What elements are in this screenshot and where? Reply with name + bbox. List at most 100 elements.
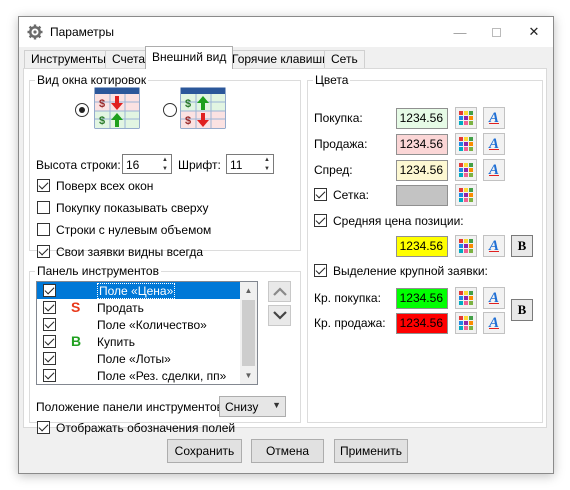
list-item-checkbox[interactable] bbox=[43, 335, 56, 348]
bold-icon: B bbox=[517, 238, 527, 253]
apply-button[interactable]: Применить bbox=[334, 439, 408, 463]
svg-text:$: $ bbox=[99, 115, 105, 127]
arrow-up-icon bbox=[272, 287, 287, 296]
spread-font-button[interactable]: A bbox=[483, 159, 505, 181]
grid-checkbox[interactable] bbox=[314, 188, 327, 201]
list-item-trade-result-field[interactable]: Поле «Рез. сделки, пп» bbox=[37, 367, 257, 384]
sell-color-swatch[interactable]: 1234.56 bbox=[396, 134, 448, 155]
spread-color-swatch[interactable]: 1234.56 bbox=[396, 160, 448, 181]
spread-palette-button[interactable] bbox=[455, 159, 477, 181]
sell-font-button[interactable]: A bbox=[483, 133, 505, 155]
grid-palette-button[interactable] bbox=[455, 184, 477, 206]
quote-layout-buy-top-icon[interactable]: $ $ bbox=[180, 87, 226, 129]
show-field-labels-label: Отображать обозначения полей bbox=[56, 421, 236, 435]
list-item-sell[interactable]: S Продать bbox=[37, 299, 257, 316]
tab-network[interactable]: Сеть bbox=[324, 50, 365, 68]
toolbar-items-list[interactable]: Поле «Цена» S Продать Поле «Количество» … bbox=[36, 281, 258, 385]
maximize-icon bbox=[491, 27, 501, 37]
list-item-checkbox[interactable] bbox=[43, 369, 56, 382]
zero-volume-rows-label: Строки с нулевым объемом bbox=[56, 223, 212, 237]
font-size-up-icon[interactable]: ▲ bbox=[261, 155, 273, 164]
quote-view-option-2-radio[interactable] bbox=[163, 103, 177, 117]
large-order-bold-button[interactable]: B bbox=[511, 299, 533, 321]
list-item-label: Поле «Количество» bbox=[97, 318, 207, 332]
list-item-checkbox[interactable] bbox=[43, 301, 56, 314]
large-sell-font-button[interactable]: A bbox=[483, 312, 505, 334]
maximize-button[interactable] bbox=[481, 21, 511, 43]
chevron-down-icon: ▼ bbox=[272, 400, 281, 410]
buy-color-swatch[interactable]: 1234.56 bbox=[396, 108, 448, 129]
own-orders-visible-checkbox[interactable] bbox=[37, 245, 50, 258]
palette-icon bbox=[459, 137, 473, 151]
font-size-spinner[interactable]: 11 ▲ ▼ bbox=[226, 154, 274, 174]
row-height-label: Высота строки: bbox=[36, 158, 121, 172]
list-item-price-field[interactable]: Поле «Цена» bbox=[37, 282, 257, 299]
large-sell-color-swatch[interactable]: 1234.56 bbox=[396, 313, 448, 334]
list-scrollbar[interactable]: ▲ ▼ bbox=[240, 282, 257, 384]
large-order-checkbox[interactable] bbox=[314, 264, 327, 277]
avg-price-bold-button[interactable]: B bbox=[511, 235, 533, 257]
font-icon: A bbox=[488, 315, 499, 331]
row-height-up-icon[interactable]: ▲ bbox=[159, 155, 171, 164]
appearance-tab-panel: Вид окна котировок $ $ $ $ Высота строки… bbox=[23, 68, 547, 435]
save-button[interactable]: Сохранить bbox=[167, 439, 242, 463]
toolbar-panel-legend: Панель инструментов bbox=[37, 264, 159, 278]
large-sell-palette-button[interactable] bbox=[455, 312, 477, 334]
row-height-spinner[interactable]: 16 ▲ ▼ bbox=[122, 154, 172, 174]
buy-b-icon: B bbox=[71, 333, 82, 349]
list-item-checkbox[interactable] bbox=[43, 284, 56, 297]
palette-icon bbox=[459, 188, 473, 202]
svg-text:$: $ bbox=[99, 98, 105, 110]
zero-volume-rows-checkbox[interactable] bbox=[37, 223, 50, 236]
toolbar-position-value: Снизу bbox=[225, 400, 259, 414]
list-item-buy[interactable]: B Купить bbox=[37, 333, 257, 350]
own-orders-visible-label: Свои заявки видны всегда bbox=[56, 245, 204, 259]
scroll-up-icon[interactable]: ▲ bbox=[240, 282, 257, 299]
tab-hotkeys[interactable]: Горячие клавиши bbox=[225, 50, 336, 68]
sell-palette-button[interactable] bbox=[455, 133, 477, 155]
tab-appearance[interactable]: Внешний вид bbox=[145, 46, 234, 69]
quote-layout-sell-top-icon[interactable]: $ $ bbox=[94, 87, 140, 129]
sell-color-label: Продажа: bbox=[314, 137, 368, 151]
buy-palette-button[interactable] bbox=[455, 107, 477, 129]
buy-font-button[interactable]: A bbox=[483, 107, 505, 129]
minimize-button[interactable]: — bbox=[445, 21, 475, 43]
cancel-button[interactable]: Отмена bbox=[251, 439, 324, 463]
large-buy-font-button[interactable]: A bbox=[483, 287, 505, 309]
always-on-top-checkbox[interactable] bbox=[37, 179, 50, 192]
font-icon: A bbox=[488, 290, 499, 306]
scroll-down-icon[interactable]: ▼ bbox=[240, 367, 257, 384]
toolbar-position-select[interactable]: Снизу ▼ bbox=[219, 396, 286, 417]
avg-price-checkbox[interactable] bbox=[314, 214, 327, 227]
palette-icon bbox=[459, 111, 473, 125]
list-item-lots-field[interactable]: Поле «Лоты» bbox=[37, 350, 257, 367]
font-size-down-icon[interactable]: ▼ bbox=[261, 164, 273, 173]
list-item-label: Поле «Цена» bbox=[97, 283, 176, 299]
quote-view-option-1-radio[interactable] bbox=[75, 103, 89, 117]
show-buy-top-checkbox[interactable] bbox=[37, 201, 50, 214]
list-item-label: Купить bbox=[97, 335, 135, 349]
always-on-top-label: Поверх всех окон bbox=[56, 179, 154, 193]
toolbar-position-label: Положение панели инструментов: bbox=[36, 400, 227, 414]
avg-price-font-button[interactable]: A bbox=[483, 235, 505, 257]
list-item-checkbox[interactable] bbox=[43, 352, 56, 365]
large-buy-color-swatch[interactable]: 1234.56 bbox=[396, 288, 448, 309]
colors-legend: Цвета bbox=[315, 73, 349, 87]
tab-instruments[interactable]: Инструменты bbox=[24, 50, 113, 68]
scroll-thumb[interactable] bbox=[242, 300, 255, 366]
window-title: Параметры bbox=[50, 25, 114, 39]
avg-price-color-swatch[interactable]: 1234.56 bbox=[396, 236, 448, 257]
move-up-button[interactable] bbox=[268, 281, 291, 302]
grid-color-swatch[interactable] bbox=[396, 185, 448, 206]
svg-text:$: $ bbox=[185, 115, 191, 127]
list-item-checkbox[interactable] bbox=[43, 318, 56, 331]
avg-price-palette-button[interactable] bbox=[455, 235, 477, 257]
list-item-quantity-field[interactable]: Поле «Количество» bbox=[37, 316, 257, 333]
show-field-labels-checkbox[interactable] bbox=[37, 421, 50, 434]
row-height-down-icon[interactable]: ▼ bbox=[159, 164, 171, 173]
close-button[interactable]: ✕ bbox=[519, 21, 549, 43]
move-down-button[interactable] bbox=[268, 305, 291, 326]
large-buy-palette-button[interactable] bbox=[455, 287, 477, 309]
list-item-label: Поле «Рез. сделки, пп» bbox=[97, 369, 227, 383]
large-sell-label: Кр. продажа: bbox=[314, 316, 386, 330]
